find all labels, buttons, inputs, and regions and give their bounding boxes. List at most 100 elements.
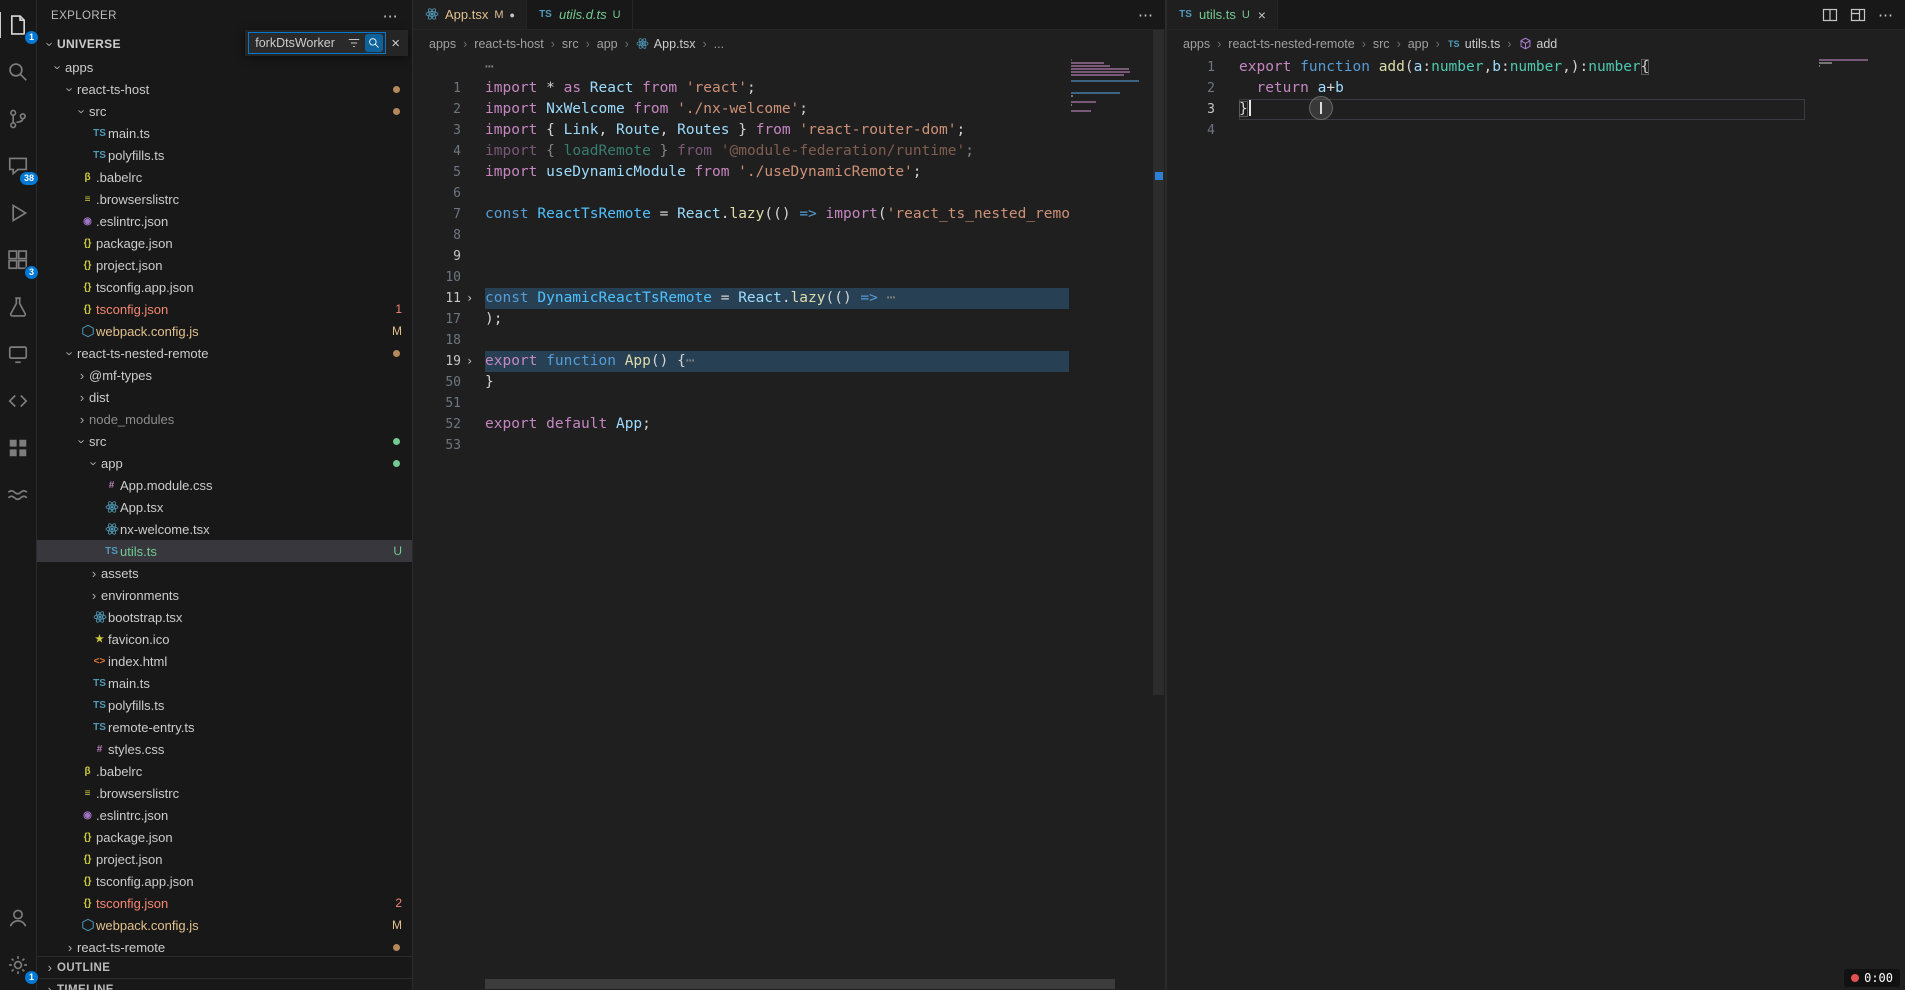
tree-item-polyfills-ts[interactable]: TSpolyfills.ts <box>37 144 412 166</box>
run-debug-icon[interactable] <box>1 196 35 230</box>
breadcrumb-item[interactable]: src <box>1373 37 1390 51</box>
minimap-line <box>1071 71 1130 73</box>
tree-item-polyfills-ts[interactable]: TSpolyfills.ts <box>37 694 412 716</box>
tree-item-webpack-config-js[interactable]: webpack.config.jsM <box>37 320 412 342</box>
tree-item-styles-css[interactable]: #styles.css <box>37 738 412 760</box>
code-area[interactable]: 1export function add(a:number,b:number,)… <box>1167 57 1905 978</box>
breadcrumb-item[interactable]: app <box>1408 37 1429 51</box>
tree-item-label: dist <box>89 390 109 405</box>
tree-item-app-tsx[interactable]: App.tsx <box>37 496 412 518</box>
tree-item-react-ts-host[interactable]: ›react-ts-host <box>37 78 412 100</box>
editor-group-divider[interactable] <box>1165 0 1167 990</box>
tree-item-main-ts[interactable]: TSmain.ts <box>37 672 412 694</box>
tree-item-app-module-css[interactable]: #App.module.css <box>37 474 412 496</box>
chevron-down-icon: › <box>51 60 66 74</box>
fold-chevron-icon[interactable]: › <box>466 288 482 309</box>
tab-utils-ts[interactable]: TSutils.tsU× <box>1167 0 1278 29</box>
breadcrumb-item[interactable]: ... <box>714 37 724 51</box>
tree-item--mf-types[interactable]: ›@mf-types <box>37 364 412 386</box>
tree-item-src[interactable]: ›src <box>37 430 412 452</box>
tree-item-nx-welcome-tsx[interactable]: nx-welcome.tsx <box>37 518 412 540</box>
tree-item--browserslistrc[interactable]: ≡.browserslistrc <box>37 782 412 804</box>
minimap[interactable] <box>1071 59 1151 116</box>
tree-item-dist[interactable]: ›dist <box>37 386 412 408</box>
explorer-icon[interactable]: 1 <box>1 8 35 42</box>
more-actions-icon[interactable]: ⋯ <box>1138 6 1153 24</box>
close-icon[interactable]: × <box>1258 7 1266 23</box>
testing-icon[interactable] <box>1 290 35 324</box>
settings-gear-icon[interactable]: 1 <box>1 948 35 982</box>
tree-item--eslintrc-json[interactable]: ◉.eslintrc.json <box>37 210 412 232</box>
tree-item-favicon-ico[interactable]: ★favicon.ico <box>37 628 412 650</box>
tree-item-react-ts-nested-remote[interactable]: ›react-ts-nested-remote <box>37 342 412 364</box>
tree-item-utils-ts[interactable]: TSutils.tsU <box>37 540 412 562</box>
vertical-scrollbar[interactable] <box>1152 0 1165 978</box>
explorer-more-icon[interactable]: ⋯ <box>383 7 398 25</box>
extensions-icon[interactable]: 3 <box>1 243 35 277</box>
tree-item-assets[interactable]: ›assets <box>37 562 412 584</box>
tree-item-src[interactable]: ›src <box>37 100 412 122</box>
code-text: export function add(a:number,b:number,):… <box>1239 57 1805 78</box>
search-icon[interactable] <box>1 55 35 89</box>
tree-item-package-json[interactable]: {}package.json <box>37 232 412 254</box>
tree-item-webpack-config-js[interactable]: webpack.config.jsM <box>37 914 412 936</box>
tree-item--babelrc[interactable]: β.babelrc <box>37 166 412 188</box>
debug-glyph-icon <box>7 202 29 224</box>
grid-glyph-icon <box>7 437 29 459</box>
tree-item--babelrc[interactable]: β.babelrc <box>37 760 412 782</box>
split-editor-icon[interactable] <box>1822 7 1838 23</box>
timeline-section-header[interactable]: › TIMELINE <box>37 978 412 990</box>
minimap[interactable] <box>1819 59 1889 71</box>
line-number: 8 <box>413 225 461 246</box>
tree-item-bootstrap-tsx[interactable]: bootstrap.tsx <box>37 606 412 628</box>
breadcrumb-item[interactable]: apps <box>1183 37 1210 51</box>
tree-item-tsconfig-app-json[interactable]: {}tsconfig.app.json <box>37 276 412 298</box>
horizontal-scrollbar[interactable] <box>485 979 1152 989</box>
tree-item-package-json[interactable]: {}package.json <box>37 826 412 848</box>
fold-chevron-icon[interactable]: › <box>466 351 482 372</box>
tree-item-node-modules[interactable]: ›node_modules <box>37 408 412 430</box>
tree-item-main-ts[interactable]: TSmain.ts <box>37 122 412 144</box>
tree-item-index-html[interactable]: <>index.html <box>37 650 412 672</box>
tree-item--eslintrc-json[interactable]: ◉.eslintrc.json <box>37 804 412 826</box>
breadcrumb-item[interactable]: apps <box>429 37 456 51</box>
more-actions-icon[interactable]: ⋯ <box>1878 6 1893 24</box>
find-filter-toggle[interactable] <box>365 34 383 52</box>
tree-item-apps[interactable]: ›apps <box>37 56 412 78</box>
tree-item-tsconfig-app-json[interactable]: {}tsconfig.app.json <box>37 870 412 892</box>
scrollbar-thumb[interactable] <box>1153 30 1164 695</box>
source-control-icon[interactable] <box>1 102 35 136</box>
tree-item-react-ts-remote[interactable]: ›react-ts-remote <box>37 936 412 958</box>
code-area[interactable]: ⋯1import * as React from 'react';2import… <box>413 57 1165 978</box>
dirty-indicator-icon[interactable]: ● <box>510 10 515 20</box>
tree-item-remote-entry-ts[interactable]: TSremote-entry.ts <box>37 716 412 738</box>
tab-utils-d-ts[interactable]: TSutils.d.tsU <box>527 0 633 29</box>
breadcrumb-item[interactable]: TSutils.ts <box>1447 37 1500 51</box>
tree-find-input[interactable] <box>255 36 345 50</box>
tree-item-tsconfig-json[interactable]: {}tsconfig.json2 <box>37 892 412 914</box>
breadcrumb-item[interactable]: App.tsx <box>636 37 696 51</box>
chat-icon[interactable]: 38 <box>1 149 35 183</box>
tree-item-project-json[interactable]: {}project.json <box>37 254 412 276</box>
more-tools-icon[interactable] <box>1 478 35 512</box>
project-grid-icon[interactable] <box>1 431 35 465</box>
nx-console-icon[interactable] <box>1 384 35 418</box>
tree-item-project-json[interactable]: {}project.json <box>37 848 412 870</box>
remote-explorer-icon[interactable] <box>1 337 35 371</box>
tree-item--browserslistrc[interactable]: ≡.browserslistrc <box>37 188 412 210</box>
tree-item-environments[interactable]: ›environments <box>37 584 412 606</box>
breadcrumb-item[interactable]: react-ts-nested-remote <box>1228 37 1354 51</box>
close-icon[interactable]: × <box>386 35 405 52</box>
breadcrumb-item[interactable]: add <box>1518 37 1557 51</box>
accounts-icon[interactable] <box>1 901 35 935</box>
outline-section-header[interactable]: › OUTLINE <box>37 956 412 978</box>
breadcrumb-item[interactable]: app <box>597 37 618 51</box>
tree-item-app[interactable]: ›app <box>37 452 412 474</box>
scrollbar-thumb[interactable] <box>485 979 1115 989</box>
tab-app-tsx[interactable]: App.tsxM● <box>413 0 527 29</box>
filter-icon[interactable] <box>345 36 363 50</box>
breadcrumb-item[interactable]: src <box>562 37 579 51</box>
breadcrumb-item[interactable]: react-ts-host <box>474 37 543 51</box>
customize-layout-icon[interactable] <box>1850 7 1866 23</box>
tree-item-tsconfig-json[interactable]: {}tsconfig.json1 <box>37 298 412 320</box>
